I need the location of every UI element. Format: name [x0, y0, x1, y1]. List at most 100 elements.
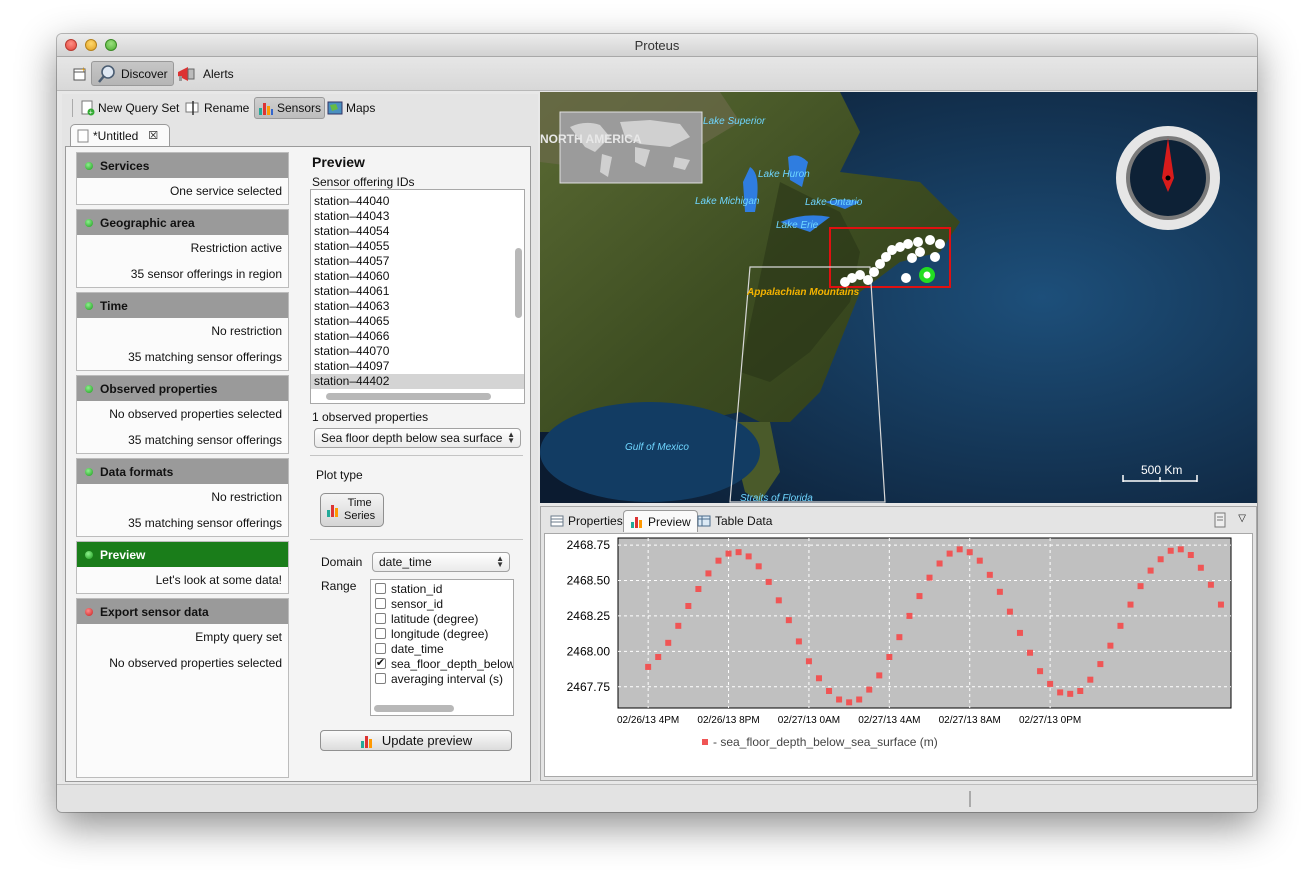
- step-services[interactable]: Services One service selected: [76, 152, 289, 205]
- x-tick-label: 02/27/13 0PM: [1019, 715, 1081, 726]
- offering-id-item[interactable]: station–44043: [311, 209, 524, 224]
- offering-id-item[interactable]: station–44065: [311, 314, 524, 329]
- range-option[interactable]: longitude (degree): [371, 626, 513, 641]
- step-observed-properties[interactable]: Observed properties No observed properti…: [76, 375, 289, 454]
- step-header-current[interactable]: Preview: [77, 542, 288, 567]
- new-window-icon: +: [73, 66, 86, 80]
- offering-id-item[interactable]: station–44402: [311, 374, 524, 389]
- data-point: [1127, 601, 1134, 608]
- map-view[interactable]: NORTH AMERICA Lake Superior Lake Huron L…: [540, 92, 1257, 503]
- step-header[interactable]: Data formats: [77, 459, 288, 484]
- range-option[interactable]: ✔ sea_floor_depth_below: [371, 656, 513, 671]
- offering-id-item[interactable]: station–44054: [311, 224, 524, 239]
- bar-chart-icon: [360, 735, 372, 748]
- observed-property-select[interactable]: Sea floor depth below sea surface ▲ ▼: [314, 428, 521, 448]
- update-preview-button[interactable]: Update preview: [320, 730, 512, 751]
- range-option[interactable]: averaging interval (s): [371, 671, 513, 686]
- range-horizontal-scrollbar[interactable]: [374, 705, 454, 712]
- checkbox[interactable]: [375, 583, 386, 594]
- status-ok-icon: [85, 384, 93, 393]
- lake-ontario-label: Lake Ontario: [805, 197, 863, 208]
- data-point: [1197, 564, 1204, 571]
- list-vertical-scrollbar[interactable]: [515, 248, 522, 318]
- checkbox[interactable]: [375, 643, 386, 654]
- domain-value: date_time: [379, 555, 432, 569]
- step-header[interactable]: Time: [77, 293, 288, 318]
- step-detail: Empty query set: [195, 630, 282, 644]
- tab-label: Properties: [568, 514, 623, 528]
- range-option-label: longitude (degree): [391, 626, 489, 641]
- select-arrows-icon: ▲ ▼: [507, 430, 515, 445]
- offering-id-item[interactable]: station–44060: [311, 269, 524, 284]
- data-point: [765, 578, 772, 585]
- offering-id-item[interactable]: station–44057: [311, 254, 524, 269]
- range-option[interactable]: station_id: [371, 581, 513, 596]
- data-point: [735, 549, 742, 556]
- data-point: [725, 550, 732, 557]
- data-point: [805, 658, 812, 665]
- time-series-button[interactable]: Time Series: [320, 493, 384, 527]
- preview-title: Preview: [312, 154, 365, 170]
- range-option[interactable]: sensor_id: [371, 596, 513, 611]
- data-point: [986, 571, 993, 578]
- compass: [1116, 126, 1220, 230]
- checkbox-checked[interactable]: ✔: [375, 658, 386, 669]
- close-tab-icon[interactable]: ☒: [148, 129, 158, 142]
- discover-button[interactable]: Discover: [91, 61, 174, 86]
- maps-button[interactable]: Maps: [324, 97, 378, 119]
- checkbox[interactable]: [375, 598, 386, 609]
- range-checklist[interactable]: station_id sensor_id latitude (degree) long…: [370, 579, 514, 716]
- map-icon: [327, 101, 343, 115]
- step-header[interactable]: Services: [77, 153, 288, 178]
- step-header[interactable]: Observed properties: [77, 376, 288, 401]
- new-perspective-button[interactable]: +: [67, 61, 93, 86]
- data-point: [1157, 556, 1164, 563]
- step-preview[interactable]: Preview Let's look at some data!: [76, 541, 289, 594]
- step-geographic-area[interactable]: Geographic area Restriction active 35 se…: [76, 209, 289, 288]
- megaphone-icon: [178, 66, 195, 81]
- plot-type-label: Plot type: [316, 468, 363, 482]
- tab-properties[interactable]: Properties: [544, 510, 629, 532]
- step-detail: No observed properties selected: [109, 407, 282, 421]
- sensors-button[interactable]: Sensors: [254, 97, 326, 119]
- alerts-label: Alerts: [203, 66, 234, 81]
- alerts-button[interactable]: Alerts: [170, 61, 239, 86]
- step-title: Data formats: [100, 464, 174, 479]
- offering-id-item[interactable]: station–44055: [311, 239, 524, 254]
- offering-id-item[interactable]: station–44061: [311, 284, 524, 299]
- data-point: [936, 560, 943, 567]
- chevron-down-icon[interactable]: ▽: [1238, 513, 1246, 524]
- offering-id-list[interactable]: station–44040 station–44043 station–44054 s…: [310, 189, 525, 404]
- offering-id-item[interactable]: station–44040: [311, 194, 524, 209]
- bar-chart-icon: [259, 103, 273, 115]
- lake-erie-label: Lake Erie: [776, 220, 819, 231]
- offering-id-item[interactable]: station–44097: [311, 359, 524, 374]
- checkbox[interactable]: [375, 673, 386, 684]
- view-menu-icon[interactable]: [1214, 512, 1228, 531]
- range-option[interactable]: date_time: [371, 641, 513, 656]
- checkbox[interactable]: [375, 628, 386, 639]
- lake-michigan-label: Lake Michigan: [695, 196, 760, 207]
- new-query-set-button[interactable]: + New Query Set: [78, 97, 182, 119]
- untitled-tab[interactable]: *Untitled ☒: [70, 124, 170, 146]
- domain-select[interactable]: date_time ▲ ▼: [372, 552, 510, 572]
- tab-table-data[interactable]: Table Data: [691, 510, 778, 532]
- rename-button[interactable]: Rename: [182, 97, 252, 119]
- range-option[interactable]: latitude (degree): [371, 611, 513, 626]
- toolbar-divider: [72, 99, 73, 117]
- query-panel: + New Query Set Rename Sensors Maps *Unt…: [62, 94, 538, 782]
- step-data-formats[interactable]: Data formats No restriction 35 matching …: [76, 458, 289, 537]
- offering-id-item[interactable]: station–44066: [311, 329, 524, 344]
- list-horizontal-scrollbar[interactable]: [326, 393, 491, 400]
- offering-id-item[interactable]: station–44063: [311, 299, 524, 314]
- step-export-sensor-data[interactable]: Export sensor data Empty query set No ob…: [76, 598, 289, 778]
- tab-preview[interactable]: Preview: [623, 510, 698, 532]
- checkbox[interactable]: [375, 613, 386, 624]
- new-document-icon: +: [81, 100, 95, 116]
- window-title: Proteus: [634, 38, 680, 53]
- step-header[interactable]: Geographic area: [77, 210, 288, 235]
- offering-id-item[interactable]: station–44070: [311, 344, 524, 359]
- step-time[interactable]: Time No restriction 35 matching sensor o…: [76, 292, 289, 371]
- data-point: [876, 672, 883, 679]
- step-header[interactable]: Export sensor data: [77, 599, 288, 624]
